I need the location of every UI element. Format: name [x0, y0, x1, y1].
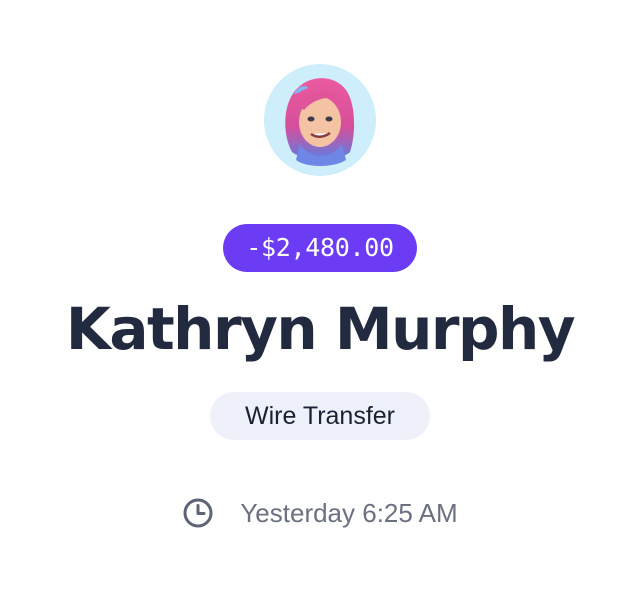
- transaction-detail: -$2,480.00 Kathryn Murphy Wire Transfer …: [0, 0, 640, 600]
- recipient-name: Kathryn Murphy: [65, 295, 576, 363]
- transaction-type-badge: Wire Transfer: [210, 392, 430, 440]
- amount-badge: -$2,480.00: [223, 224, 417, 272]
- clock-icon: [182, 497, 214, 529]
- timestamp-text: Yesterday 6:25 AM: [240, 497, 458, 528]
- memoji-avatar-icon: [285, 78, 355, 166]
- avatar: [264, 64, 376, 176]
- timestamp-row: Yesterday 6:25 AM: [0, 493, 640, 533]
